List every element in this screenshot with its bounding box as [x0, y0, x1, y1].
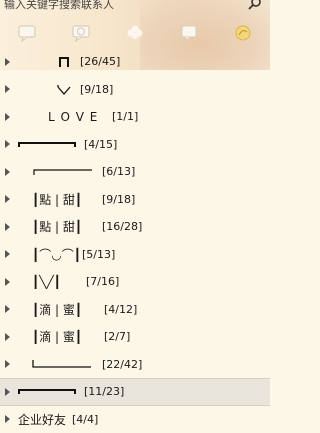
discussion-icon — [179, 24, 199, 42]
group-count: [2/7] — [104, 330, 130, 343]
chevron-decoration-icon — [56, 84, 72, 96]
group-count: [6/13] — [102, 165, 135, 178]
group-row[interactable]: ┃⌒◡⌒┃ [5/13] — [0, 241, 270, 269]
line-decoration-icon — [18, 387, 76, 397]
group-count: [4/15] — [84, 138, 117, 151]
group-count: [7/16] — [86, 275, 119, 288]
group-name: ┃╲╱┃ — [32, 275, 61, 289]
tab-contacts[interactable] — [13, 21, 41, 45]
group-row[interactable]: [9/18] — [0, 76, 270, 104]
group-row[interactable]: [6/13] — [0, 158, 270, 186]
expand-arrow-icon[interactable] — [5, 195, 10, 203]
search-icon[interactable] — [248, 0, 262, 11]
group-count: [11/23] — [84, 385, 124, 398]
group-row[interactable]: ┃╲╱┃ [7/16] — [0, 268, 270, 296]
tab-more[interactable] — [229, 21, 257, 45]
tab-recent[interactable] — [67, 21, 95, 45]
group-row[interactable]: ┃滴 | 蜜┃ [4/12] — [0, 296, 270, 324]
expand-arrow-icon[interactable] — [5, 415, 10, 423]
group-row[interactable]: L O V E [1/1] — [0, 103, 270, 131]
group-count: [5/13] — [82, 248, 115, 261]
group-row[interactable]: [26/45] — [0, 48, 270, 76]
group-row-selected[interactable]: [11/23] — [0, 378, 270, 406]
group-count: [26/45] — [80, 55, 120, 68]
tab-groups[interactable] — [121, 21, 149, 45]
expand-arrow-icon[interactable] — [5, 223, 10, 231]
expand-arrow-icon[interactable] — [5, 360, 10, 368]
line-decoration-icon — [32, 359, 92, 371]
search-bar — [0, 0, 270, 14]
group-row[interactable]: [22/42] — [0, 351, 270, 379]
group-count: [9/18] — [102, 193, 135, 206]
group-count: [1/1] — [112, 110, 138, 123]
contact-group-list: [26/45] [9/18] L O V E [1/1] [4/15] [6/1… — [0, 48, 270, 433]
expand-arrow-icon[interactable] — [5, 250, 10, 258]
expand-arrow-icon[interactable] — [5, 168, 10, 176]
more-icon — [233, 24, 253, 42]
chat-bubble-icon — [17, 24, 37, 42]
tab-discussion[interactable] — [175, 21, 203, 45]
expand-arrow-icon[interactable] — [5, 388, 10, 396]
group-row[interactable]: ┃點 | 甜┃ [9/18] — [0, 186, 270, 214]
group-name: ┃點 | 甜┃ — [32, 191, 82, 208]
expand-arrow-icon[interactable] — [5, 278, 10, 286]
line-decoration-icon — [18, 140, 76, 150]
group-name: ┃點 | 甜┃ — [32, 218, 82, 235]
group-row[interactable]: [4/15] — [0, 131, 270, 159]
group-row[interactable]: 企业好友 [4/4] — [0, 406, 270, 433]
expand-arrow-icon[interactable] — [5, 305, 10, 313]
expand-arrow-icon[interactable] — [5, 58, 10, 66]
group-name: ┃滴 | 蜜┃ — [32, 328, 82, 345]
expand-arrow-icon[interactable] — [5, 85, 10, 93]
recent-icon — [71, 24, 91, 42]
group-name: ┃滴 | 蜜┃ — [32, 301, 82, 318]
group-count: [9/18] — [80, 83, 113, 96]
group-name: 企业好友 — [18, 411, 66, 428]
expand-arrow-icon[interactable] — [5, 113, 10, 121]
group-row[interactable]: ┃點 | 甜┃ [16/28] — [0, 213, 270, 241]
group-count: [22/42] — [102, 358, 142, 371]
group-name: L O V E — [48, 110, 98, 124]
clover-icon — [125, 24, 145, 42]
bracket-decoration-icon — [58, 56, 70, 68]
search-input[interactable] — [0, 0, 244, 11]
group-row[interactable]: ┃滴 | 蜜┃ [2/7] — [0, 323, 270, 351]
group-name: ┃⌒◡⌒┃ — [32, 246, 81, 263]
group-count: [4/12] — [104, 303, 137, 316]
tab-bar — [0, 20, 270, 46]
group-count: [16/28] — [102, 220, 142, 233]
expand-arrow-icon[interactable] — [5, 140, 10, 148]
expand-arrow-icon[interactable] — [5, 333, 10, 341]
group-count: [4/4] — [72, 413, 98, 426]
line-decoration-icon — [33, 167, 93, 177]
